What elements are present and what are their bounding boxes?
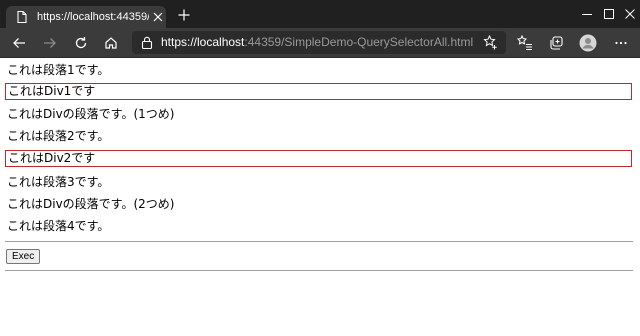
more-icon[interactable]: [612, 34, 630, 52]
new-tab-plus-icon[interactable]: [178, 9, 190, 21]
div-paragraph-1: これはDivの段落です。(1つめ): [7, 107, 175, 121]
browser-tab[interactable]: https://localhost:44359/SimpleD: [6, 6, 166, 28]
forward-arrow-icon[interactable]: [41, 34, 59, 52]
url-path: :44359/SimpleDemo-QuerySelectorAll.html: [244, 35, 474, 49]
maximize-icon[interactable]: [599, 4, 619, 24]
paragraph-1: これは段落1です。: [7, 63, 110, 77]
div-1: これはDiv1です: [5, 83, 632, 100]
tab-close-icon[interactable]: [153, 12, 163, 22]
divider-top: [5, 241, 633, 242]
tab-title: https://localhost:44359/SimpleD: [37, 11, 149, 23]
divider-bottom: [5, 270, 633, 271]
page-content: これは段落1です。 これはDiv1です これはDivの段落です。(1つめ) これ…: [0, 58, 640, 336]
paragraph-4: これは段落4です。: [7, 219, 110, 233]
refresh-icon[interactable]: [72, 34, 90, 52]
window-close-icon[interactable]: [620, 4, 640, 24]
page-icon: [15, 10, 29, 24]
paragraph-3: これは段落3です。: [7, 175, 110, 189]
url-host: https://localhost: [161, 35, 245, 49]
avatar-icon[interactable]: [579, 34, 597, 52]
div-2: これはDiv2です: [5, 150, 632, 167]
title-bar: https://localhost:44359/SimpleD: [0, 0, 640, 28]
div-2-text: これはDiv2です: [8, 151, 96, 165]
div-1-text: これはDiv1です: [8, 84, 96, 98]
back-arrow-icon[interactable]: [10, 34, 28, 52]
favorites-icon[interactable]: [516, 34, 534, 52]
div-paragraph-2: これはDivの段落です。(2つめ): [7, 197, 175, 211]
collections-icon[interactable]: [547, 34, 565, 52]
paragraph-2: これは段落2です。: [7, 129, 110, 143]
exec-button[interactable]: Exec: [6, 249, 41, 264]
home-icon[interactable]: [102, 34, 120, 52]
lock-icon[interactable]: [141, 36, 153, 49]
minimize-icon[interactable]: [577, 4, 597, 24]
url-text[interactable]: https://localhost:44359/SimpleDemo-Query…: [161, 35, 473, 49]
browser-window: https://localhost:44359/SimpleD: [0, 0, 640, 336]
add-favorite-icon[interactable]: [483, 35, 498, 50]
address-bar[interactable]: https://localhost:44359/SimpleDemo-Query…: [132, 31, 506, 54]
